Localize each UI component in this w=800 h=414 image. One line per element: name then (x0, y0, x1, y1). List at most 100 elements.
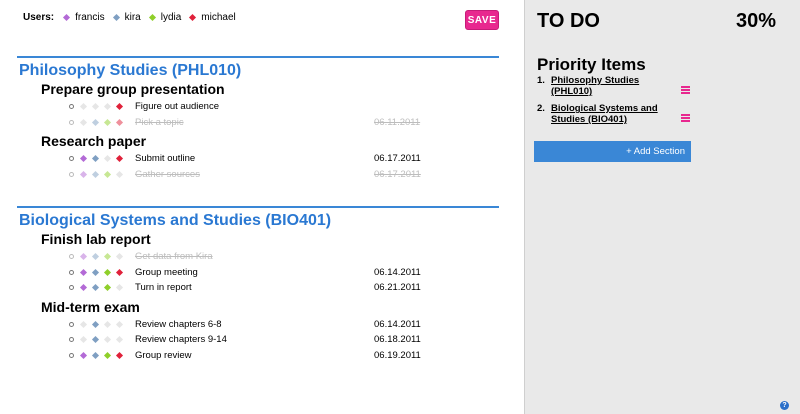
user-filter-lydia[interactable]: lydia (148, 12, 181, 23)
assignee-michael-icon[interactable] (115, 252, 124, 261)
item-text[interactable]: Figure out audience (135, 99, 219, 115)
complete-checkbox-icon[interactable] (69, 104, 74, 109)
complete-checkbox-icon[interactable] (69, 171, 74, 177)
assignee-kira-icon[interactable] (91, 154, 100, 163)
complete-checkbox-icon[interactable] (69, 337, 74, 342)
complete-checkbox-icon[interactable] (69, 254, 74, 259)
assignee-michael-icon[interactable] (115, 335, 124, 344)
task-title[interactable]: Finish lab report (41, 230, 499, 248)
assignee-francis-icon[interactable] (79, 283, 88, 292)
todo-item: Figure out audience (17, 99, 499, 115)
priority-link[interactable]: Philosophy Studies (PHL010) (551, 75, 681, 97)
section-title[interactable]: Philosophy Studies (PHL010) (19, 62, 499, 80)
complete-checkbox-icon[interactable] (69, 321, 74, 327)
assignee-markers (69, 280, 129, 296)
assignee-lydia-icon[interactable] (103, 320, 112, 328)
user-diamond-icon (189, 13, 197, 22)
user-filter-michael[interactable]: michael (189, 12, 236, 23)
assignee-kira-icon[interactable] (91, 268, 100, 276)
assignee-lydia-icon[interactable] (103, 283, 112, 292)
item-date: 06.14.2011 (374, 318, 421, 330)
assignee-markers (69, 167, 129, 183)
assignee-markers (69, 115, 129, 131)
assignee-kira-icon[interactable] (91, 351, 100, 359)
user-filter-francis[interactable]: francis (63, 12, 105, 23)
drag-handle-icon[interactable] (681, 114, 690, 123)
assignee-lydia-icon[interactable] (103, 102, 112, 111)
complete-checkbox-icon[interactable] (69, 285, 74, 290)
item-text[interactable]: Submit outline (135, 151, 195, 167)
item-text[interactable]: Review chapters 6-8 (135, 317, 222, 333)
user-diamond-icon (112, 13, 120, 22)
assignee-francis-icon[interactable] (79, 118, 88, 126)
assignee-lydia-icon[interactable] (103, 351, 112, 359)
assignee-kira-icon[interactable] (91, 283, 100, 292)
todo-item: Group meeting 06.14.2011 (17, 265, 499, 281)
assignee-markers (69, 317, 129, 333)
assignee-francis-icon[interactable] (79, 102, 88, 111)
item-text[interactable]: Group review (135, 348, 192, 364)
save-button[interactable]: SAVE (465, 10, 499, 30)
assignee-kira-icon[interactable] (91, 252, 100, 261)
drag-handle-icon[interactable] (681, 86, 690, 95)
assignee-kira-icon[interactable] (91, 118, 100, 126)
task-title[interactable]: Research paper (41, 132, 499, 150)
task-title[interactable]: Prepare group presentation (41, 80, 499, 98)
assignee-lydia-icon[interactable] (103, 252, 112, 261)
assignee-francis-icon[interactable] (79, 320, 88, 328)
item-text[interactable]: Turn in report (135, 280, 192, 296)
user-diamond-icon (63, 13, 71, 22)
item-text[interactable]: Get data from Kira (135, 249, 213, 265)
assignee-francis-icon[interactable] (79, 351, 88, 359)
assignee-michael-icon[interactable] (115, 268, 124, 276)
assignee-michael-icon[interactable] (115, 102, 124, 111)
item-date: 06.21.2011 (374, 282, 421, 293)
complete-checkbox-icon[interactable] (69, 269, 74, 275)
assignee-francis-icon[interactable] (79, 252, 88, 261)
assignee-michael-icon[interactable] (115, 118, 124, 126)
assignee-kira-icon[interactable] (91, 335, 100, 344)
assignee-michael-icon[interactable] (115, 170, 124, 178)
item-text[interactable]: Gather sources (135, 167, 200, 183)
complete-checkbox-icon[interactable] (69, 156, 74, 161)
priority-link[interactable]: Biological Systems and Studies (BIO401) (551, 103, 681, 125)
sidebar: TO DO 30% Priority Items 1. Philosophy St… (524, 0, 800, 414)
assignee-francis-icon[interactable] (79, 335, 88, 344)
assignee-lydia-icon[interactable] (103, 118, 112, 126)
task-items: Review chapters 6-8 06.14.2011 Review chap… (17, 317, 499, 364)
assignee-francis-icon[interactable] (79, 268, 88, 276)
assignee-markers (69, 99, 129, 115)
assignee-markers (69, 332, 129, 348)
assignee-kira-icon[interactable] (91, 320, 100, 328)
assignee-michael-icon[interactable] (115, 320, 124, 328)
assignee-lydia-icon[interactable] (103, 335, 112, 344)
section-title[interactable]: Biological Systems and Studies (BIO401) (19, 212, 499, 230)
assignee-lydia-icon[interactable] (103, 154, 112, 163)
assignee-michael-icon[interactable] (115, 154, 124, 163)
task-title[interactable]: Mid-term exam (41, 298, 499, 316)
add-section-button[interactable]: + Add Section (534, 141, 691, 162)
complete-checkbox-icon[interactable] (69, 352, 74, 358)
assignee-francis-icon[interactable] (79, 154, 88, 163)
user-filter-kira[interactable]: kira (112, 12, 141, 23)
item-date: 06.19.2011 (374, 349, 421, 361)
todo-item: Pick a topic 06.11.2011 (17, 115, 499, 131)
user-diamond-icon (148, 13, 156, 22)
assignee-michael-icon[interactable] (115, 351, 124, 359)
assignee-francis-icon[interactable] (79, 170, 88, 178)
item-text[interactable]: Pick a topic (135, 115, 184, 131)
users-label: Users: (23, 12, 55, 23)
assignee-michael-icon[interactable] (115, 283, 124, 292)
help-icon[interactable]: ? (780, 401, 789, 410)
item-text[interactable]: Group meeting (135, 265, 198, 281)
priority-items-title: Priority Items (537, 55, 646, 74)
item-text[interactable]: Review chapters 9-14 (135, 332, 227, 348)
assignee-lydia-icon[interactable] (103, 170, 112, 178)
todo-item: Review chapters 9-14 06.18.2011 (17, 332, 499, 348)
assignee-kira-icon[interactable] (91, 102, 100, 111)
section-divider (17, 206, 499, 208)
progress-percent: 30% (735, 10, 776, 32)
assignee-kira-icon[interactable] (91, 170, 100, 178)
complete-checkbox-icon[interactable] (69, 119, 74, 125)
assignee-lydia-icon[interactable] (103, 268, 112, 276)
